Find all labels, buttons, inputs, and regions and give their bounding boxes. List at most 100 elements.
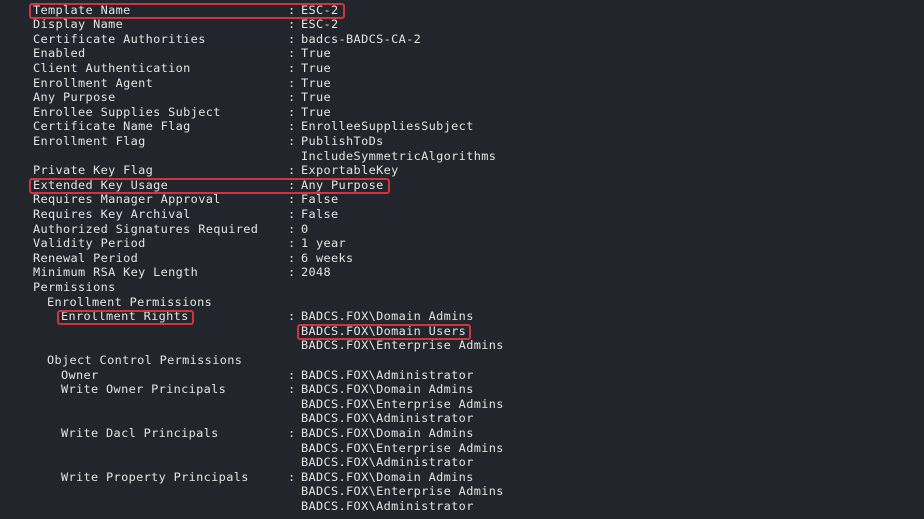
output-line: Authorized Signatures Required:0 <box>0 222 924 237</box>
field-key: Minimum RSA Key Length <box>33 265 199 280</box>
field-separator: : <box>288 221 296 236</box>
field-value: Any Purpose <box>301 177 384 192</box>
field-separator: : <box>288 46 296 61</box>
field-value: BADCS.FOX\Domain Admins <box>301 469 474 484</box>
field-separator: : <box>288 425 296 440</box>
field-key: Any Purpose <box>33 90 116 105</box>
output-line: Client Authentication: True <box>0 61 924 76</box>
output-line: Certificate Name Flag: EnrolleeSuppliesSu… <box>0 119 924 134</box>
field-value: 2048 <box>301 265 332 280</box>
field-value: BADCS.FOX\Domain Admins <box>301 382 474 397</box>
output-line: BADCS.FOX\Administrator <box>0 411 924 426</box>
field-value: EnrolleeSuppliesSubject <box>301 119 474 134</box>
field-value: BADCS.FOX\Domain Admins <box>301 425 474 440</box>
field-separator: : <box>288 119 296 134</box>
field-separator: : <box>288 382 296 397</box>
field-value: True <box>301 90 332 105</box>
output-line: Object Control Permissions <box>0 353 924 368</box>
field-separator: : <box>288 104 296 119</box>
field-separator: : <box>288 90 296 105</box>
field-key: Enrollment Flag <box>33 133 146 148</box>
output-line: BADCS.FOX\Domain Users <box>0 324 924 339</box>
output-line: IncludeSymmetricAlgorithms <box>0 149 924 164</box>
field-value: ESC-2 <box>301 2 339 17</box>
output-line: Write Dacl Principals: BADCS.FOX\Domain A… <box>0 426 924 441</box>
field-key: Write Dacl Principals <box>61 425 219 440</box>
output-line: Write Property Principals: BADCS.FOX\Doma… <box>0 470 924 485</box>
field-separator: : <box>288 236 296 251</box>
field-value: False <box>301 206 339 221</box>
field-key: Enrollee Supplies Subject <box>33 104 221 119</box>
output-line: Enrollment Rights: BADCS.FOX\Domain Admin… <box>0 309 924 324</box>
field-value: True <box>301 60 332 75</box>
field-value: badcs-BADCS-CA-2 <box>301 31 422 46</box>
field-key: Enrollment Rights <box>61 309 189 324</box>
field-key: Enabled <box>33 46 86 61</box>
output-line: Minimum RSA Key Length:2048 <box>0 265 924 280</box>
output-line: Write Owner Principals: BADCS.FOX\Domain … <box>0 382 924 397</box>
output-line: Validity Period:1 year <box>0 236 924 251</box>
field-separator: : <box>288 133 296 148</box>
output-line: Enrollment Flag: PublishToDs <box>0 134 924 149</box>
field-value: 0 <box>301 221 309 236</box>
field-value: BADCS.FOX\Domain Users <box>301 323 467 338</box>
field-separator: : <box>288 31 296 46</box>
output-line: BADCS.FOX\Administrator <box>0 455 924 470</box>
field-key: Private Key Flag <box>33 163 154 178</box>
output-line: Template Name: ESC-2 <box>0 3 924 18</box>
field-value: BADCS.FOX\Administrator <box>301 498 474 513</box>
output-line: Owner: BADCS.FOX\Administrator <box>0 368 924 383</box>
field-key: Extended Key Usage <box>33 177 169 192</box>
output-line: Any Purpose: True <box>0 90 924 105</box>
field-value: BADCS.FOX\Enterprise Admins <box>301 396 504 411</box>
field-value: BADCS.FOX\Administrator <box>301 367 474 382</box>
field-value: ExportableKey <box>301 163 399 178</box>
field-separator: : <box>288 250 296 265</box>
field-value: ESC-2 <box>301 17 339 32</box>
output-line: BADCS.FOX\Administrator <box>0 499 924 514</box>
field-key: Write Owner Principals <box>61 382 227 397</box>
field-value: True <box>301 104 332 119</box>
field-separator: : <box>288 177 296 192</box>
field-value: BADCS.FOX\Enterprise Admins <box>301 440 504 455</box>
field-separator: : <box>288 163 296 178</box>
field-separator: : <box>288 2 296 17</box>
output-line: Extended Key Usage: Any Purpose <box>0 178 924 193</box>
field-value: False <box>301 192 339 207</box>
output-line: BADCS.FOX\Enterprise Admins <box>0 397 924 412</box>
field-value: True <box>301 75 332 90</box>
field-key: Object Control Permissions <box>47 352 243 367</box>
output-line: Requires Key Archival: False <box>0 207 924 222</box>
field-value: BADCS.FOX\Domain Admins <box>301 309 474 324</box>
terminal-output: Template Name: ESC-2 Display Name: ESC-2 Cer… <box>0 0 924 519</box>
field-key: Authorized Signatures Required <box>33 221 259 236</box>
field-key: Renewal Period <box>33 250 139 265</box>
field-key: Owner <box>61 367 99 382</box>
field-value: BADCS.FOX\Enterprise Admins <box>301 484 504 499</box>
field-separator: : <box>288 469 296 484</box>
output-line: Requires Manager Approval: False <box>0 192 924 207</box>
field-separator: : <box>288 367 296 382</box>
output-line: BADCS.FOX\Enterprise Admins <box>0 338 924 353</box>
output-line: Display Name: ESC-2 <box>0 17 924 32</box>
field-separator: : <box>288 309 296 324</box>
field-separator: : <box>288 75 296 90</box>
output-line: Enabled: True <box>0 46 924 61</box>
field-key: Client Authentication <box>33 60 191 75</box>
output-line: Enrollment Permissions <box>0 295 924 310</box>
field-key: Enrollment Agent <box>33 75 154 90</box>
field-key: Certificate Authorities <box>33 31 206 46</box>
field-value: BADCS.FOX\Administrator <box>301 455 474 470</box>
output-line: Private Key Flag: ExportableKey <box>0 163 924 178</box>
field-key: Requires Manager Approval <box>33 192 221 207</box>
output-line: Permissions <box>0 280 924 295</box>
field-key: Certificate Name Flag <box>33 119 191 134</box>
field-key: Template Name <box>33 2 131 17</box>
field-key: Validity Period <box>33 236 146 251</box>
field-separator: : <box>288 17 296 32</box>
field-key: Enrollment Permissions <box>47 294 213 309</box>
output-line: BADCS.FOX\Enterprise Admins <box>0 484 924 499</box>
field-value: BADCS.FOX\Enterprise Admins <box>301 338 504 353</box>
field-separator: : <box>288 206 296 221</box>
output-line: BADCS.FOX\Enterprise Admins <box>0 441 924 456</box>
